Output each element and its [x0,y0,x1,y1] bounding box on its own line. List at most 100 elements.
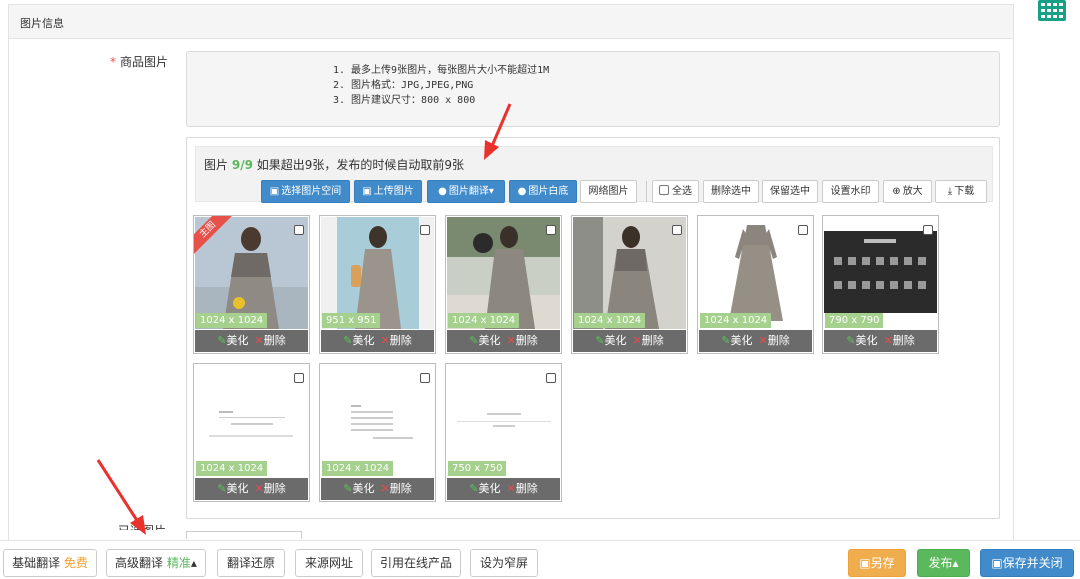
beautify-button[interactable]: ✎美化 [217,334,248,347]
beautify-button[interactable]: ✎美化 [217,482,248,495]
selected-images-input[interactable] [186,531,302,539]
footer-toolbar: 基础翻译 免费 高级翻译 精准▴ 翻译还原 来源网址 引用在线产品 设为窄屏 ▣… [0,540,1080,579]
save-and-close-label: 保存并关闭 [1002,556,1063,570]
image-checkbox[interactable] [294,225,304,235]
image-action-bar: ✎美化 ✕删除 [573,330,686,352]
image-checkbox[interactable] [923,225,933,235]
image-checkbox[interactable] [294,373,304,383]
image-size-tag: 790 x 790 [825,313,884,328]
beautify-label: 美化 [478,482,501,495]
delete-image-button[interactable]: ✕删除 [753,334,790,347]
image-translate-button[interactable]: ● 图片翻译▾ [427,180,505,203]
save-as-button[interactable]: ▣另存 [848,549,906,577]
image-checkbox[interactable] [420,225,430,235]
beautify-button[interactable]: ✎美化 [469,334,500,347]
delete-image-button[interactable]: ✕删除 [501,482,538,495]
image-white-bg-label: 图片白底 [528,186,569,197]
delete-image-button[interactable]: ✕删除 [249,334,286,347]
restore-translation-label: 翻译还原 [226,556,275,570]
save-icon: ▣ [859,556,871,570]
beautify-button[interactable]: ✎美化 [595,334,626,347]
zoom-label: 放大 [902,186,923,197]
selected-images-label: 已选图片 [118,522,166,530]
image-size-tag: 1024 x 1024 [196,461,268,476]
upload-image-button[interactable]: ▣ 上传图片 [354,180,422,203]
image-icon: ▣ [362,186,372,197]
keep-selected-button[interactable]: 保留选中 [762,180,818,203]
quote-online-product-button[interactable]: 引用在线产品 [371,549,461,577]
basic-translate-button[interactable]: 基础翻译 免费 [3,549,97,577]
image-white-bg-button[interactable]: ● 图片白底 [509,180,577,203]
beautify-label: 美化 [730,334,753,347]
delete-icon: ✕ [254,334,264,347]
pencil-icon: ✎ [595,334,605,347]
select-image-space-label: 选择图片空间 [281,186,342,197]
beautify-label: 美化 [352,334,375,347]
beautify-label: 美化 [855,334,878,347]
delete-label: 删除 [389,482,412,495]
image-thumb[interactable]: 1024 x 1024 ✎美化 ✕删除 [193,363,310,502]
basic-translate-label: 基础翻译 [12,556,61,570]
beautify-label: 美化 [226,482,249,495]
delete-label: 删除 [892,334,915,347]
image-thumb[interactable]: 1024 x 1024 ✎美化 ✕删除 [571,215,688,354]
image-thumb[interactable]: 1024 x 1024 ✎美化 ✕删除 [697,215,814,354]
beautify-button[interactable]: ✎美化 [469,482,500,495]
delete-image-button[interactable]: ✕删除 [249,482,286,495]
pencil-icon: ✎ [469,334,479,347]
zoom-button[interactable]: ⊕ 放大 [883,180,932,203]
delete-label: 删除 [263,334,286,347]
panel-header: 图片信息 [9,5,1013,39]
image-action-bar: ✎美化 ✕删除 [447,330,560,352]
delete-label: 删除 [263,482,286,495]
image-count-value: 9/9 [231,158,253,172]
checkbox-icon [659,185,669,195]
save-and-close-button[interactable]: ▣保存并关闭 [980,549,1074,577]
image-thumb[interactable]: 790 x 790 ✎美化 ✕删除 [822,215,939,354]
precise-badge: 精准 [166,556,191,570]
quote-online-product-label: 引用在线产品 [379,556,452,570]
image-thumb[interactable]: 1024 x 1024 ✎美化 ✕删除 [319,363,436,502]
delete-icon: ✕ [380,482,390,495]
image-action-bar: ✎美化 ✕删除 [321,330,434,352]
restore-translation-button[interactable]: 翻译还原 [217,549,285,577]
pencil-icon: ✎ [343,482,353,495]
pencil-icon: ✎ [217,334,227,347]
beautify-button[interactable]: ✎美化 [721,334,752,347]
delete-image-button[interactable]: ✕删除 [375,482,412,495]
beautify-button[interactable]: ✎美化 [846,334,877,347]
delete-image-button[interactable]: ✕删除 [627,334,664,347]
select-image-space-button[interactable]: ▣ 选择图片空间 [261,180,350,203]
advanced-translate-button[interactable]: 高级翻译 精准▴ [106,549,206,577]
image-checkbox[interactable] [798,225,808,235]
image-thumb[interactable]: 750 x 750 ✎美化 ✕删除 [445,363,562,502]
publish-button[interactable]: 发布▴ [917,549,970,577]
image-thumb[interactable]: 951 x 951 ✎美化 ✕删除 [319,215,436,354]
image-checkbox[interactable] [672,225,682,235]
source-url-button[interactable]: 来源网址 [295,549,363,577]
beautify-button[interactable]: ✎美化 [343,482,374,495]
delete-image-button[interactable]: ✕删除 [878,334,915,347]
beautify-label: 美化 [226,334,249,347]
delete-image-button[interactable]: ✕删除 [375,334,412,347]
select-all-button[interactable]: 全选 [652,180,699,203]
narrow-screen-button[interactable]: 设为窄屏 [470,549,538,577]
delete-image-button[interactable]: ✕删除 [501,334,538,347]
image-checkbox[interactable] [420,373,430,383]
caret-up-icon: ▴ [190,556,197,570]
publish-label: 发布 [928,556,953,570]
calendar-grid-icon[interactable] [1037,0,1067,22]
network-image-button[interactable]: 网络图片 [580,180,637,203]
image-size-tag: 1024 x 1024 [700,313,772,328]
delete-selected-button[interactable]: 删除选中 [703,180,759,203]
image-checkbox[interactable] [546,373,556,383]
image-thumb[interactable]: 1024 x 1024 ✎美化 ✕删除 [445,215,562,354]
image-translate-label: 图片翻译 [448,186,489,197]
download-button[interactable]: ⤓ 下载 [935,180,987,203]
image-checkbox[interactable] [546,225,556,235]
image-thumb[interactable]: 主图 1024 x 1024 ✎美化 ✕删除 [193,215,310,354]
image-action-bar: ✎美化 ✕删除 [824,330,937,352]
beautify-button[interactable]: ✎美化 [343,334,374,347]
set-watermark-button[interactable]: 设置水印 [822,180,879,203]
network-image-label: 网络图片 [588,186,629,197]
